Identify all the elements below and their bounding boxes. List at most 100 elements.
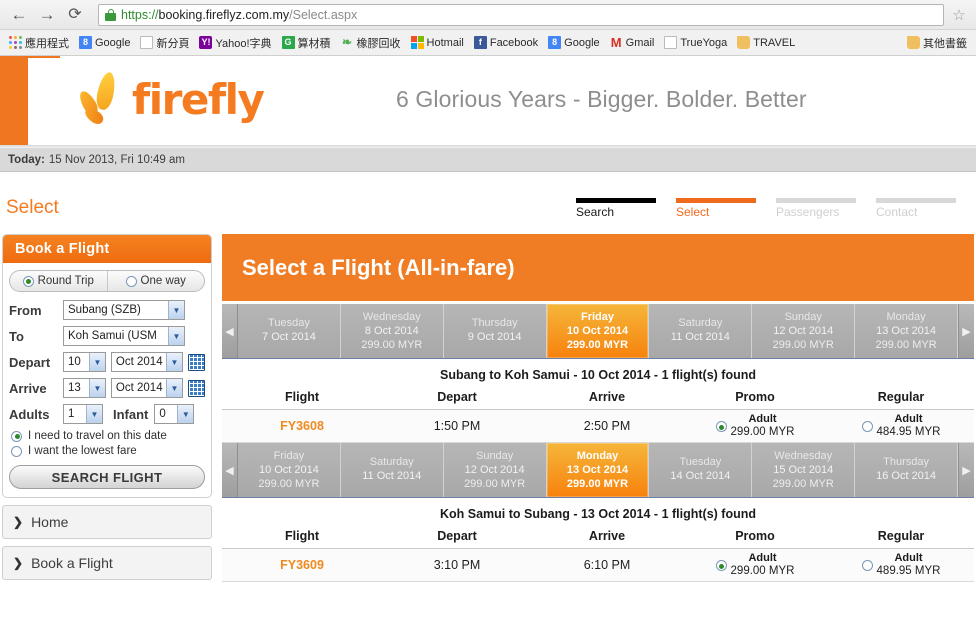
bookmark-yahoo-dict[interactable]: Y! Yahoo!字典 bbox=[194, 33, 276, 53]
bookmark-apps[interactable]: 應用程式 bbox=[4, 33, 74, 53]
promo-pax-type: Adult bbox=[748, 552, 777, 564]
table-row[interactable]: FY3608 1:50 PM 2:50 PM Adult 299.00 MYR … bbox=[222, 410, 974, 443]
arrive-time: 2:50 PM bbox=[583, 419, 631, 433]
sidebar-item-book-a-flight[interactable]: ❯ Book a Flight bbox=[2, 546, 212, 580]
fare-option-lowest-fare[interactable]: I want the lowest fare bbox=[11, 445, 205, 457]
date-cell[interactable]: Saturday 11 Oct 2014 bbox=[649, 304, 753, 358]
flight-number[interactable]: FY3609 bbox=[222, 558, 382, 572]
date-cell[interactable]: Saturday 11 Oct 2014 bbox=[340, 443, 444, 497]
outbound-leg-title: Subang to Koh Samui - 10 Oct 2014 - 1 fl… bbox=[222, 359, 974, 390]
promo-fare-option[interactable]: Adult 299.00 MYR bbox=[682, 552, 828, 578]
arrive-day-select[interactable]: 13 ▼ bbox=[63, 378, 106, 398]
gmail-icon: M bbox=[610, 35, 622, 50]
back-icon[interactable]: ← bbox=[6, 3, 32, 27]
date-cell[interactable]: Wednesday 15 Oct 2014 299.00 MYR bbox=[752, 443, 856, 497]
arrive-month-select[interactable]: Oct 2014 ▼ bbox=[110, 378, 183, 398]
column-header-depart: Depart bbox=[437, 390, 477, 404]
date-cell[interactable]: Sunday 12 Oct 2014 299.00 MYR bbox=[752, 304, 856, 358]
column-header-promo: Promo bbox=[735, 529, 775, 543]
bookmark-hotmail[interactable]: Hotmail bbox=[406, 34, 469, 51]
bookmark-new-tab[interactable]: 新分頁 bbox=[135, 33, 194, 53]
bookmark-volume-calc[interactable]: G 算材積 bbox=[277, 33, 336, 53]
depart-time: 3:10 PM bbox=[433, 558, 481, 572]
date-fare: 299.00 MYR bbox=[772, 477, 834, 490]
date-cell[interactable]: Tuesday 7 Oct 2014 bbox=[238, 304, 341, 358]
trip-type-round-trip[interactable]: Round Trip bbox=[10, 271, 108, 291]
bookmark-gmail[interactable]: M Gmail bbox=[605, 34, 660, 51]
radio-promo-icon[interactable] bbox=[715, 421, 727, 432]
book-a-flight-panel: Book a Flight Round Trip One way From Su… bbox=[2, 234, 212, 498]
forward-icon[interactable]: → bbox=[34, 3, 60, 27]
date-cell[interactable]: Thursday 16 Oct 2014 bbox=[855, 443, 959, 497]
radio-lowest-fare-icon[interactable] bbox=[11, 445, 22, 457]
infant-select[interactable]: 0 ▼ bbox=[154, 404, 195, 424]
chevron-down-icon: ▼ bbox=[177, 405, 194, 423]
date-day: Monday bbox=[576, 449, 619, 462]
date-value: 14 Oct 2014 bbox=[670, 470, 731, 482]
url-text: https://booking.fireflyz.com.my/Select.a… bbox=[121, 8, 357, 22]
to-select[interactable]: Koh Samui (USM ▼ bbox=[63, 326, 185, 346]
radio-promo-icon[interactable] bbox=[715, 560, 727, 571]
bookmark-other-folder[interactable]: 其他書籤 bbox=[902, 33, 972, 53]
promo-fare-option[interactable]: Adult 299.00 MYR bbox=[682, 413, 828, 439]
table-row[interactable]: FY3609 3:10 PM 6:10 PM Adult 299.00 MYR … bbox=[222, 549, 974, 582]
fare-option-exact-date-label: I need to travel on this date bbox=[28, 430, 167, 442]
bookmark-google-2[interactable]: 8 Google bbox=[543, 34, 604, 51]
radio-exact-date-icon[interactable] bbox=[11, 430, 22, 442]
adults-select[interactable]: 1 ▼ bbox=[63, 404, 103, 424]
step-search[interactable]: Search bbox=[576, 198, 676, 219]
sidebar: Book a Flight Round Trip One way From Su… bbox=[0, 234, 212, 615]
arrive-calendar-icon[interactable] bbox=[188, 379, 205, 397]
inbound-next-arrow[interactable]: ▶ bbox=[958, 443, 975, 497]
bookmark-rubber-recycle[interactable]: ❧ 橡膠回收 bbox=[336, 33, 406, 53]
date-cell-selected[interactable]: Friday 10 Oct 2014 299.00 MYR bbox=[546, 304, 650, 358]
flight-number[interactable]: FY3608 bbox=[222, 419, 382, 433]
sidebar-item-home[interactable]: ❯ Home bbox=[2, 505, 212, 539]
arrive-row: Arrive 13 ▼ Oct 2014 ▼ bbox=[9, 378, 205, 398]
fare-option-exact-date[interactable]: I need to travel on this date bbox=[11, 430, 205, 442]
column-header-flight: Flight bbox=[284, 529, 319, 543]
from-select[interactable]: Subang (SZB) ▼ bbox=[63, 300, 185, 320]
radio-regular-icon[interactable] bbox=[861, 560, 873, 571]
depart-month-select[interactable]: Oct 2014 ▼ bbox=[110, 352, 183, 372]
date-cell[interactable]: Tuesday 14 Oct 2014 bbox=[649, 443, 753, 497]
date-cell[interactable]: Thursday 9 Oct 2014 bbox=[443, 304, 547, 358]
step-passengers[interactable]: Passengers bbox=[776, 198, 876, 219]
date-cell-selected[interactable]: Monday 13 Oct 2014 299.00 MYR bbox=[546, 443, 650, 497]
step-select[interactable]: Select bbox=[676, 198, 776, 219]
date-cell[interactable]: Monday 13 Oct 2014 299.00 MYR bbox=[855, 304, 959, 358]
regular-fare-option[interactable]: Adult 484.95 MYR bbox=[828, 413, 974, 439]
bookmark-star-icon[interactable]: ☆ bbox=[950, 6, 968, 24]
bookmark-facebook[interactable]: f Facebook bbox=[469, 34, 543, 51]
bookmark-label: Facebook bbox=[489, 36, 539, 49]
radio-round-trip-icon[interactable] bbox=[22, 275, 34, 287]
firefly-logo[interactable]: firefly bbox=[76, 70, 265, 128]
trip-type-toggle[interactable]: Round Trip One way bbox=[9, 270, 205, 292]
address-bar[interactable]: https://booking.fireflyz.com.my/Select.a… bbox=[98, 3, 944, 26]
inbound-prev-arrow[interactable]: ◀ bbox=[222, 443, 238, 497]
bookmark-trueyoga[interactable]: TrueYoga bbox=[659, 34, 732, 51]
date-cell[interactable]: Friday 10 Oct 2014 299.00 MYR bbox=[238, 443, 341, 497]
outbound-prev-arrow[interactable]: ◀ bbox=[222, 304, 238, 358]
radio-one-way-icon[interactable] bbox=[125, 275, 137, 287]
arrive-month-value: Oct 2014 bbox=[115, 382, 163, 394]
bookmark-travel-folder[interactable]: TRAVEL bbox=[732, 34, 800, 51]
folder-icon bbox=[737, 36, 751, 49]
search-flight-button[interactable]: SEARCH FLIGHT bbox=[9, 465, 205, 489]
radio-regular-icon[interactable] bbox=[861, 421, 873, 432]
chevron-down-icon: ▼ bbox=[166, 379, 182, 397]
reload-icon[interactable]: ⟳ bbox=[62, 3, 88, 27]
bookmark-label: 應用程式 bbox=[25, 37, 69, 50]
trip-type-one-way[interactable]: One way bbox=[108, 271, 205, 291]
step-contact[interactable]: Contact bbox=[876, 198, 976, 219]
date-day: Tuesday bbox=[679, 456, 722, 468]
main-panel: Select a Flight (All-in-fare) ◀ Tuesday … bbox=[222, 234, 976, 615]
regular-fare-option[interactable]: Adult 489.95 MYR bbox=[828, 552, 974, 578]
column-header-arrive: Arrive bbox=[588, 529, 626, 543]
depart-calendar-icon[interactable] bbox=[188, 353, 205, 371]
outbound-next-arrow[interactable]: ▶ bbox=[958, 304, 975, 358]
depart-day-select[interactable]: 10 ▼ bbox=[63, 352, 106, 372]
date-cell[interactable]: Sunday 12 Oct 2014 299.00 MYR bbox=[443, 443, 547, 497]
date-cell[interactable]: Wednesday 8 Oct 2014 299.00 MYR bbox=[340, 304, 444, 358]
bookmark-google-1[interactable]: 8 Google bbox=[74, 34, 135, 51]
